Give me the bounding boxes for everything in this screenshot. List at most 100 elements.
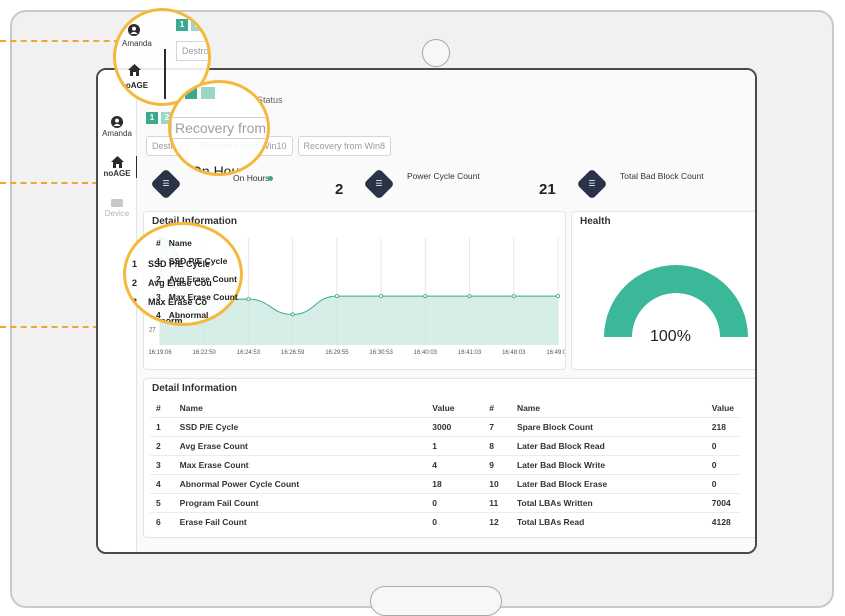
page-tab-1[interactable]: 1 [176, 19, 188, 31]
device-label: Device [104, 209, 130, 218]
data-point [290, 312, 295, 317]
mini-header-num: # [156, 238, 161, 248]
health-value: 100% [650, 328, 691, 345]
home-label: noAGE [103, 169, 131, 178]
gauge-arc [604, 265, 748, 337]
row-num-1: 1 [150, 417, 174, 437]
sidebar-divider [164, 49, 166, 99]
row-name-2: Total LBAs Read [510, 512, 706, 531]
row-value-2: 4128 [705, 512, 740, 531]
x-tick-label: 16:22:50 [193, 350, 217, 356]
row-num-2: 12 [483, 512, 511, 531]
row-value-2: 0 [705, 436, 740, 456]
x-tick-label: 16:29:55 [325, 350, 349, 356]
row-value-2: 0 [705, 474, 740, 494]
sidebar-item-device[interactable]: Device [98, 198, 136, 218]
table-row: 4 Abnormal [152, 306, 242, 324]
header-name-1: Name [179, 403, 203, 413]
row-name-2: Spare Block Count [510, 417, 706, 437]
user-icon [128, 24, 140, 36]
home-icon [128, 64, 141, 76]
row-value-1: 0 [426, 512, 484, 531]
home-icon [110, 156, 124, 168]
user-name: Amanda [102, 129, 132, 138]
data-point [423, 294, 428, 299]
row-num: 1 [156, 256, 161, 266]
row-num: 4 [156, 310, 161, 320]
detail-title: Detail Information [152, 383, 238, 394]
row-name: Max Erase Count [168, 292, 238, 302]
row-name-1: Abnormal Power Cycle Count [173, 474, 427, 494]
row-name: SSD P/E Cycle [168, 256, 228, 266]
bad-block-icon: ☰ [576, 168, 608, 200]
page-tab-1[interactable]: 1 [146, 112, 158, 124]
row-value-2: 218 [705, 417, 740, 437]
device-icon [111, 199, 123, 207]
sidebar-user[interactable]: Amanda [98, 116, 136, 138]
row-name-1: SSD P/E Cycle [173, 417, 427, 437]
magnifier-recovery-text[interactable]: Recovery from [171, 117, 267, 139]
page-tab-2[interactable]: 2 [191, 19, 203, 31]
on-hours-label: On Hours [233, 173, 270, 183]
row-num-2: 9 [483, 455, 511, 475]
header-num-1: # [156, 403, 161, 413]
data-point [246, 297, 251, 302]
table-row: 2 Avg Erase Count [152, 270, 242, 288]
sidebar-item-home[interactable]: noAGE [98, 156, 138, 178]
magnifier-tab-destroy[interactable]: Destro [176, 41, 208, 61]
header-name-2: Name [516, 403, 541, 413]
power-cycle-icon: ☰ [363, 168, 395, 200]
row-num: 2 [156, 274, 161, 284]
row-value-2: 0 [705, 455, 740, 475]
row-value-1: 1 [426, 436, 484, 456]
chart-card: Detail Information # Name 1 SSD P/E Cycle … [143, 211, 566, 370]
table-row: 6 Erase Fail Count 0 12 Total LBAs Read 4128 [150, 512, 740, 531]
status-dot-icon [268, 176, 273, 181]
row-name-1: Erase Fail Count [173, 512, 427, 531]
header-value-1: Value [432, 403, 455, 413]
row-name-2: Later Bad Block Read [510, 436, 706, 456]
detail-card: Detail Information # Name Value # Name V… [143, 378, 755, 538]
row-name-2: Total LBAs Written [510, 493, 706, 513]
row-name-2: Later Bad Block Erase [510, 474, 706, 494]
row-value-1: 18 [426, 474, 484, 494]
table-row: 5 Program Fail Count 0 11 Total LBAs Written… [150, 493, 740, 513]
x-tick-label: 16:26:59 [281, 350, 305, 356]
table-row: 2 Avg Erase Count 1 8 Later Bad Block Read 0 [150, 436, 740, 456]
magnifier-user-name: Amanda [122, 39, 152, 48]
x-tick-label: 16:30:53 [369, 350, 393, 356]
row-num-1: 3 [150, 455, 174, 475]
detail-table: # Name Value # Name Value 1 SSD P/E Cycle… [150, 399, 740, 531]
row-name-1: Program Fail Count [173, 493, 427, 513]
x-tick-label: 16:24:53 [237, 350, 261, 356]
tab-recovery-win8[interactable]: Recovery from Win8 [297, 136, 392, 156]
row-num-2: 7 [483, 417, 511, 437]
row-num-1: 2 [150, 436, 174, 456]
x-tick-label: 16:19:06 [148, 350, 172, 356]
y-tick-label: 27 [149, 328, 156, 334]
camera-icon [422, 39, 450, 67]
power-cycle-value: 21 [539, 181, 556, 198]
mini-table: # Name 1 SSD P/E Cycle 2 Avg Erase Count 3M… [152, 234, 242, 324]
table-row: 4 Abnormal Power Cycle Count 18 10 Later Bad… [150, 474, 740, 494]
tab-chip [201, 87, 215, 99]
callout-line-1 [0, 40, 120, 42]
row-num-1: 6 [150, 512, 174, 531]
tab-chip [185, 87, 197, 99]
health-card: Health 100% [571, 211, 755, 370]
on-hours-value: 2 [335, 181, 344, 198]
row-value-1: 0 [426, 493, 484, 513]
row-value-1: 4 [426, 455, 484, 475]
row-num-1: 4 [150, 474, 174, 494]
x-tick-label: 16:41:03 [458, 350, 482, 356]
magnifier-home-label: noAGE [121, 81, 149, 90]
row-name-1: Max Erase Count [173, 455, 427, 475]
header-num-2: # [489, 403, 494, 413]
row-name-2: Later Bad Block Write [510, 455, 706, 475]
user-icon [111, 116, 123, 128]
row-name-1: Avg Erase Count [173, 436, 427, 456]
power-cycle-label: Power Cycle Count [407, 171, 480, 181]
row-name: Abnormal [168, 310, 209, 320]
table-row: 3 Max Erase Count [152, 288, 242, 306]
row-value-1: 3000 [426, 417, 484, 437]
